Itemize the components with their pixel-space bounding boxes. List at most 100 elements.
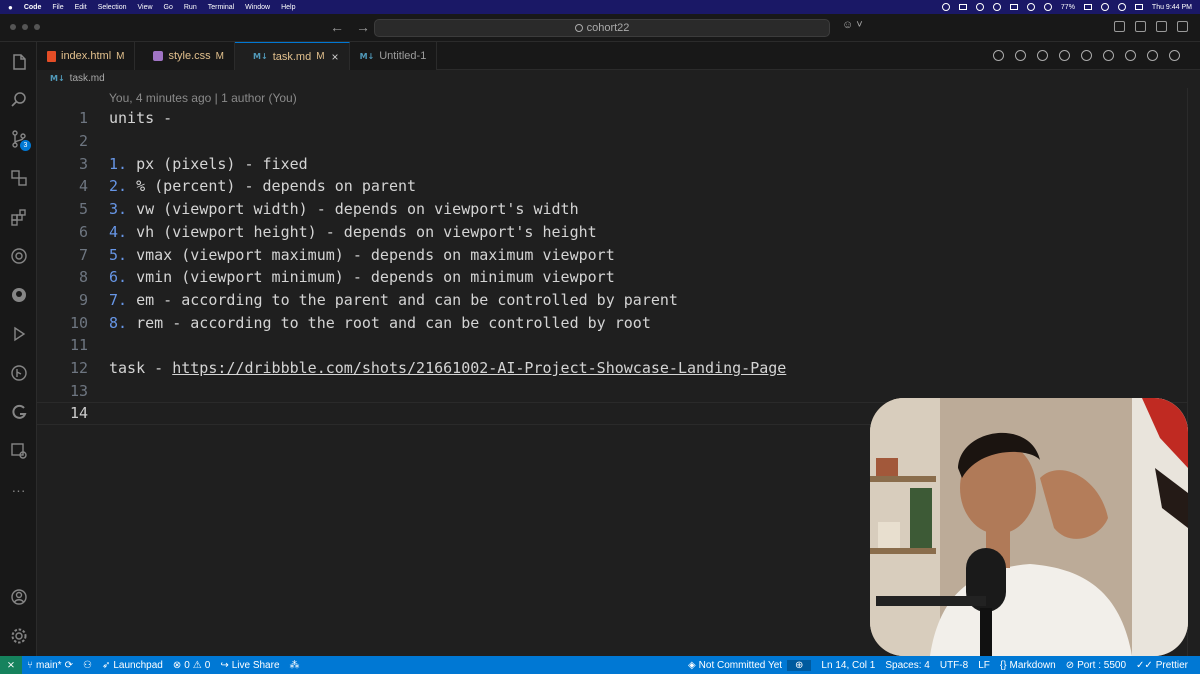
open-preview-icon[interactable] bbox=[1059, 50, 1070, 61]
wifi-icon[interactable] bbox=[1100, 3, 1109, 11]
close-icon[interactable]: × bbox=[332, 50, 339, 64]
window-controls bbox=[10, 24, 40, 30]
go-live-icon[interactable] bbox=[1125, 50, 1136, 61]
accounts-icon[interactable]: ⚇ bbox=[78, 660, 97, 671]
markdown-file-icon: M↓ bbox=[253, 52, 268, 61]
live-share-button[interactable]: ↪ Live Share bbox=[215, 660, 284, 671]
port-label: Port : 5500 bbox=[1077, 659, 1126, 671]
timeline-icon[interactable] bbox=[1015, 50, 1026, 61]
status-tray-icon[interactable] bbox=[975, 3, 984, 11]
git-blame-annotation[interactable]: You, 4 minutes ago | 1 author (You) bbox=[109, 91, 297, 105]
command-center-search[interactable]: cohort22 bbox=[374, 19, 830, 37]
status-tray-icon[interactable] bbox=[992, 3, 1001, 11]
tab-label: Untitled-1 bbox=[379, 50, 427, 62]
live-server-port[interactable]: ⊘ Port : 5500 bbox=[1061, 660, 1131, 671]
webcam-image bbox=[870, 398, 1188, 656]
apple-icon[interactable]: ● bbox=[8, 3, 13, 12]
menu-selection[interactable]: Selection bbox=[98, 4, 127, 11]
line-text: vh (viewport height) - depends on viewpo… bbox=[127, 222, 597, 241]
menu-clock[interactable]: Thu 9:44 PM bbox=[1152, 4, 1192, 11]
control-center-icon[interactable] bbox=[1134, 4, 1143, 10]
customize-layout-icon[interactable] bbox=[1177, 21, 1188, 32]
more-icon[interactable]: ··· bbox=[0, 475, 37, 505]
menu-go[interactable]: Go bbox=[164, 4, 173, 11]
breadcrumb[interactable]: M↓ task.md bbox=[50, 73, 105, 84]
github-icon[interactable] bbox=[0, 280, 37, 310]
list-marker: 3. bbox=[109, 200, 128, 219]
extensions-remote-icon[interactable] bbox=[0, 163, 37, 193]
cursor-position[interactable]: Ln 14, Col 1 bbox=[811, 660, 880, 671]
minimize-window-icon[interactable] bbox=[22, 24, 28, 30]
zoom-icon[interactable]: ⊕ bbox=[787, 659, 812, 671]
status-tray-icon[interactable] bbox=[1043, 3, 1052, 11]
git-graph-icon[interactable] bbox=[0, 358, 37, 388]
line-number: 7 bbox=[78, 245, 88, 264]
menu-view[interactable]: View bbox=[137, 4, 152, 11]
menu-run[interactable]: Run bbox=[184, 4, 197, 11]
breadcrumb-file[interactable]: task.md bbox=[70, 73, 105, 84]
language-mode[interactable]: {} Markdown bbox=[995, 660, 1061, 671]
remote-explorer-icon[interactable] bbox=[0, 436, 37, 466]
forward-arrow-icon[interactable]: → bbox=[356, 19, 370, 35]
tab-task-md[interactable]: M↓ task.md M × bbox=[235, 42, 350, 70]
menu-edit[interactable]: Edit bbox=[75, 4, 87, 11]
layout-controls bbox=[1114, 21, 1188, 32]
tab-index-html[interactable]: index.html M bbox=[37, 42, 136, 70]
chatgpt-icon[interactable] bbox=[1037, 50, 1048, 61]
search-icon[interactable] bbox=[0, 85, 37, 115]
launchpad-button[interactable]: ➶ Launchpad bbox=[97, 660, 168, 671]
editor-scrollbar[interactable] bbox=[1187, 88, 1200, 656]
explorer-icon[interactable] bbox=[0, 47, 37, 77]
menu-app-name[interactable]: Code bbox=[24, 4, 42, 11]
extensions-icon[interactable] bbox=[0, 202, 37, 232]
launchpad-label: Launchpad bbox=[113, 659, 163, 671]
end-of-line[interactable]: LF bbox=[973, 660, 995, 671]
task-link[interactable]: https://dribbble.com/shots/21661002-AI-P… bbox=[172, 359, 786, 377]
branch-indicator[interactable]: ⑂ main* ⟳ bbox=[22, 660, 78, 671]
git-history-icon[interactable] bbox=[1103, 50, 1114, 61]
copilot-icon[interactable]: ☺ ˅ bbox=[842, 19, 863, 31]
menu-window[interactable]: Window bbox=[245, 4, 270, 11]
status-tray-icon[interactable] bbox=[958, 4, 967, 10]
modified-indicator: M bbox=[116, 50, 125, 62]
tab-style-css[interactable]: style.css M bbox=[135, 42, 236, 70]
run-debug-icon[interactable] bbox=[0, 319, 37, 349]
toggle-sidebar-icon[interactable] bbox=[1114, 21, 1125, 32]
status-tray-icon[interactable] bbox=[1026, 3, 1035, 11]
indentation[interactable]: Spaces: 4 bbox=[880, 660, 934, 671]
run-icon[interactable] bbox=[993, 50, 1004, 61]
chatgpt-icon[interactable] bbox=[0, 241, 37, 271]
commit-status[interactable]: ◈ Not Committed Yet bbox=[683, 660, 787, 671]
problems-indicator[interactable]: ⊗ 0 ⚠ 0 bbox=[168, 660, 215, 671]
account-icon[interactable] bbox=[0, 582, 37, 612]
split-editor-icon[interactable] bbox=[1147, 50, 1158, 61]
battery-percent[interactable]: 77% bbox=[1061, 4, 1075, 11]
more-actions-icon[interactable] bbox=[1169, 50, 1180, 61]
source-control-icon[interactable]: 3 bbox=[0, 124, 37, 154]
code-line: 6 4. vh (viewport height) - depends on v… bbox=[37, 221, 1187, 244]
prettier-status[interactable]: ✓✓ Prettier bbox=[1131, 660, 1200, 671]
status-tray-icon[interactable] bbox=[941, 3, 950, 11]
menu-help[interactable]: Help bbox=[281, 4, 295, 11]
toggle-secondary-sidebar-icon[interactable] bbox=[1156, 21, 1167, 32]
battery-icon[interactable] bbox=[1083, 4, 1092, 10]
tab-untitled-1[interactable]: M↓ Untitled-1 bbox=[349, 42, 438, 70]
remote-indicator-icon[interactable]: ⨯ bbox=[0, 656, 22, 674]
encoding[interactable]: UTF-8 bbox=[935, 660, 973, 671]
sync-icon[interactable]: ⟳ bbox=[65, 660, 73, 671]
gear-icon[interactable] bbox=[0, 621, 37, 651]
toggle-panel-icon[interactable] bbox=[1135, 21, 1146, 32]
presenter-webcam-overlay bbox=[870, 398, 1188, 656]
css-file-icon bbox=[153, 51, 164, 61]
back-arrow-icon[interactable]: ← bbox=[330, 19, 344, 35]
code-line: 5 3. vw (viewport width) - depends on vi… bbox=[37, 198, 1187, 221]
status-tray-icon[interactable] bbox=[1009, 4, 1018, 10]
menu-file[interactable]: File bbox=[52, 4, 63, 11]
close-window-icon[interactable] bbox=[10, 24, 16, 30]
git-icon[interactable]: ⁂ bbox=[285, 660, 305, 671]
search-icon[interactable] bbox=[1117, 3, 1126, 11]
zoom-window-icon[interactable] bbox=[34, 24, 40, 30]
compare-icon[interactable] bbox=[1081, 50, 1092, 61]
gitkraken-icon[interactable] bbox=[0, 397, 37, 427]
menu-terminal[interactable]: Terminal bbox=[208, 4, 234, 11]
